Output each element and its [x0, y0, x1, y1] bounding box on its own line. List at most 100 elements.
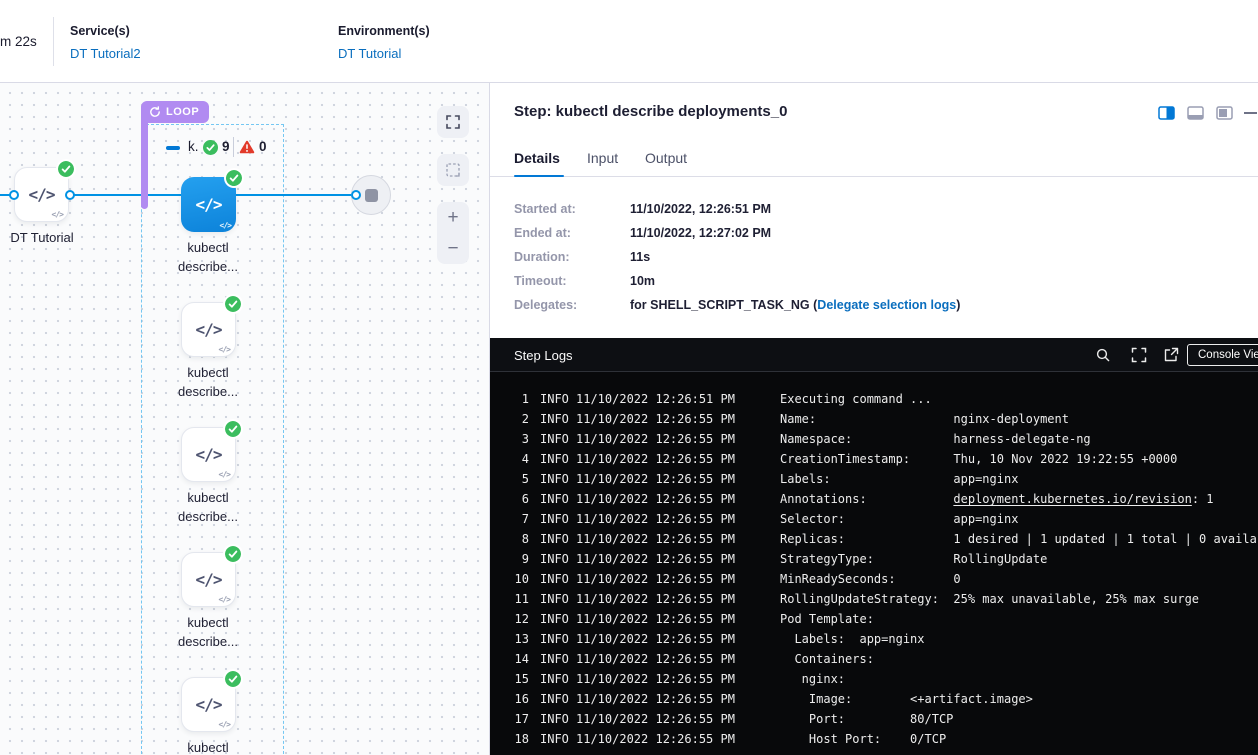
environments-label: Environment(s)	[338, 24, 430, 38]
shell-script-icon: </>	[196, 195, 222, 214]
pipeline-node-kubectl-describe[interactable]: </></>	[181, 302, 236, 357]
log-line: 12INFO11/10/2022 12:26:55 PMPod Template…	[490, 609, 1258, 629]
success-check-icon	[225, 421, 241, 437]
log-line: 14INFO11/10/2022 12:26:55 PM Containers:	[490, 649, 1258, 669]
services-label: Service(s)	[70, 24, 130, 38]
log-line: 6INFO11/10/2022 12:26:55 PMAnnotations: …	[490, 489, 1258, 509]
pipeline-node-dt-tutorial[interactable]: </> </>	[14, 167, 69, 222]
loop-badge[interactable]: LOOP	[141, 101, 209, 123]
step-type-mini-icon: </>	[220, 221, 231, 230]
pipeline-node-kubectl-describe[interactable]: </> </>	[181, 677, 236, 732]
delegate-selection-logs-link[interactable]: Delegate selection logs	[817, 298, 956, 312]
details-tab-bar: Details Input Output	[490, 143, 1258, 177]
console-view-button[interactable]: Console View	[1187, 344, 1258, 366]
pipeline-node-kubectl-describe[interactable]: </> </>	[181, 177, 236, 232]
loop-icon	[149, 106, 161, 118]
step-details-panel: Step: kubectl describe deployments_0 Det…	[490, 83, 1258, 338]
field-ended-at: Ended at: 11/10/2022, 12:27:02 PM	[490, 226, 1258, 243]
log-line: 18INFO11/10/2022 12:26:55 PM Host Port: …	[490, 729, 1258, 749]
loop-badge-label: LOOP	[166, 106, 199, 118]
log-annotation-link[interactable]: deployment.kubernetes.io/revision	[953, 492, 1191, 506]
zoom-out-button[interactable]: −	[437, 233, 469, 264]
delegates-suffix: )	[956, 298, 960, 312]
layout-split-right-icon[interactable]	[1158, 106, 1175, 120]
step-title: Step: kubectl describe deployments_0	[514, 103, 787, 120]
collapse-group-icon[interactable]	[166, 146, 180, 150]
field-timeout: Timeout: 10m	[490, 274, 1258, 291]
open-in-new-icon[interactable]	[1163, 347, 1179, 363]
log-line: 17INFO11/10/2022 12:26:55 PM Port: 80/TC…	[490, 709, 1258, 729]
log-line: 10INFO11/10/2022 12:26:55 PMMinReadySeco…	[490, 569, 1258, 589]
pipeline-graph-canvas[interactable]: LOOP k. 9 0 </> </> DT Tutorial	[0, 83, 490, 755]
shell-script-icon: </>	[196, 570, 222, 589]
log-line: 9INFO11/10/2022 12:26:55 PMStrategyType:…	[490, 549, 1258, 569]
layout-dock-bottom-icon[interactable]	[1187, 106, 1204, 120]
elapsed-time: m 22s	[0, 34, 37, 49]
log-line: 11INFO11/10/2022 12:26:55 PMRollingUpdat…	[490, 589, 1258, 609]
zoom-controls: + −	[437, 202, 469, 264]
minimize-panel-icon[interactable]	[1244, 112, 1257, 114]
step-type-mini-icon: </>	[219, 470, 230, 479]
search-icon[interactable]	[1095, 347, 1111, 363]
tab-output[interactable]: Output	[645, 150, 687, 166]
end-node-port[interactable]	[351, 190, 361, 200]
shell-script-icon: </>	[196, 695, 222, 714]
field-started-at: Started at: 11/10/2022, 12:26:51 PM	[490, 202, 1258, 219]
field-delegates: Delegates: for SHELL_SCRIPT_TASK_NG (Del…	[490, 298, 1258, 315]
log-body[interactable]: 1INFO11/10/2022 12:26:51 PMExecuting com…	[490, 372, 1258, 755]
step-logs-title: Step Logs	[514, 348, 573, 363]
success-check-icon	[225, 546, 241, 562]
service-link[interactable]: DT Tutorial2	[70, 46, 141, 61]
environments-group: Environment(s) DT Tutorial	[338, 22, 430, 61]
success-count: 9	[222, 139, 230, 154]
success-check-icon	[225, 671, 241, 687]
step-type-mini-icon: </>	[219, 720, 230, 729]
log-line: 13INFO11/10/2022 12:26:55 PM Labels: app…	[490, 629, 1258, 649]
shell-script-icon: </>	[29, 185, 55, 204]
canvas-select-button[interactable]	[437, 154, 469, 186]
error-count-icon	[239, 140, 255, 154]
layout-dock-left-icon[interactable]	[1216, 106, 1233, 120]
environment-link[interactable]: DT Tutorial	[338, 46, 430, 61]
loop-badge-tail	[141, 121, 148, 209]
fullscreen-icon	[446, 115, 460, 129]
canvas-fullscreen-button[interactable]	[437, 106, 469, 138]
step-type-mini-icon: </>	[219, 595, 230, 604]
marquee-select-icon	[446, 163, 461, 178]
success-check-icon	[58, 161, 74, 177]
pipeline-node-kubectl-describe[interactable]: </> </>	[181, 427, 236, 482]
tab-input[interactable]: Input	[587, 150, 618, 166]
log-line: 15INFO11/10/2022 12:26:55 PM nginx:	[490, 669, 1258, 689]
tab-details[interactable]: Details	[514, 150, 560, 166]
header-divider	[53, 17, 54, 66]
node-label: kubectldescribe...	[143, 238, 273, 276]
log-line: 3INFO11/10/2022 12:26:55 PMNamespace: ha…	[490, 429, 1258, 449]
success-check-icon	[226, 170, 242, 186]
stop-square-icon	[365, 189, 378, 202]
field-duration: Duration: 11s	[490, 250, 1258, 267]
group-header-divider	[233, 137, 234, 157]
log-line: 8INFO11/10/2022 12:26:55 PMReplicas: 1 d…	[490, 529, 1258, 549]
pipeline-execution-page: m 22s Service(s) DT Tutorial2 Environmen…	[0, 0, 1258, 755]
group-name: k.	[188, 139, 199, 154]
shell-script-icon: </>	[196, 445, 222, 464]
node-port-out[interactable]	[65, 190, 75, 200]
zoom-in-button[interactable]: +	[437, 202, 469, 233]
step-type-mini-icon: </>	[52, 210, 63, 219]
node-label: DT Tutorial	[0, 228, 107, 247]
step-logs-panel: Step Logs Console View 1INFO11/10/2022 1…	[490, 338, 1258, 755]
delegates-prefix: for SHELL_SCRIPT_TASK_NG (	[630, 298, 817, 312]
step-logs-header: Step Logs Console View	[490, 338, 1258, 372]
log-line: 16INFO11/10/2022 12:26:55 PM Image: <+ar…	[490, 689, 1258, 709]
success-check-icon	[225, 296, 241, 312]
log-line: 7INFO11/10/2022 12:26:55 PMSelector: app…	[490, 509, 1258, 529]
logs-fullscreen-icon[interactable]	[1131, 347, 1147, 363]
log-line: 4INFO11/10/2022 12:26:55 PMCreationTimes…	[490, 449, 1258, 469]
node-label: kubectldescribe...	[143, 738, 273, 755]
pipeline-node-kubectl-describe[interactable]: </> </>	[181, 552, 236, 607]
log-line: 5INFO11/10/2022 12:26:55 PMLabels: app=n…	[490, 469, 1258, 489]
active-tab-indicator	[514, 175, 564, 178]
node-label: kubectldescribe...	[143, 488, 273, 526]
shell-script-icon: </>	[196, 320, 222, 339]
node-port-in[interactable]	[9, 190, 19, 200]
